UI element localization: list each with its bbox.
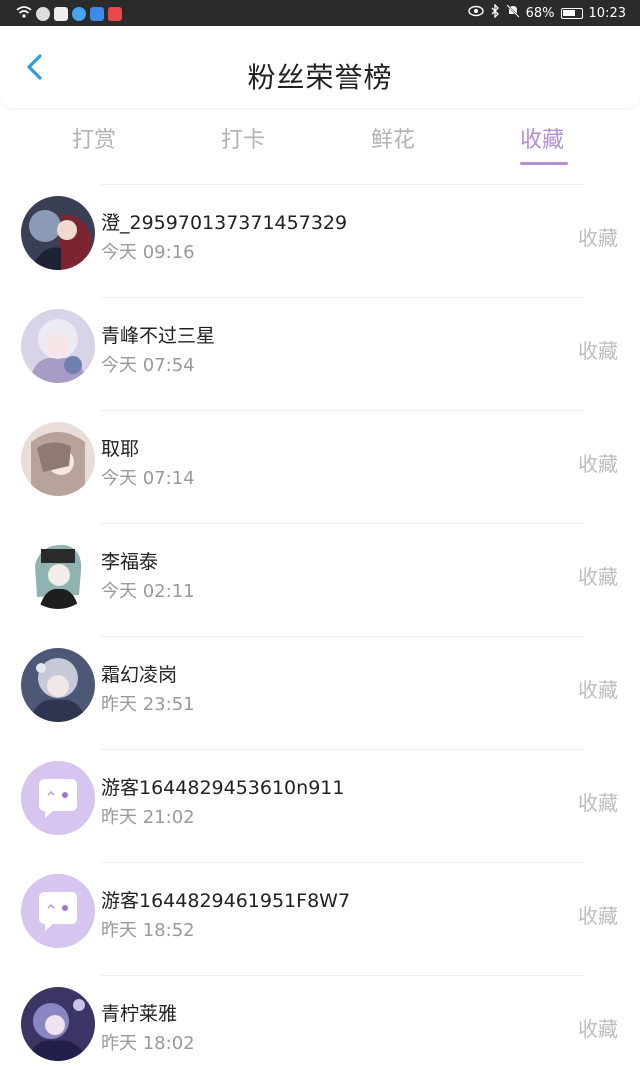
- avatar[interactable]: [21, 761, 95, 835]
- avatar[interactable]: [21, 648, 95, 722]
- fan-time: 昨天 18:02: [101, 1033, 195, 1054]
- fan-time: 今天 07:14: [101, 468, 195, 489]
- fan-time: 昨天 21:02: [101, 807, 195, 828]
- divider: [100, 523, 584, 524]
- avatar[interactable]: [21, 874, 95, 948]
- divider: [100, 749, 584, 750]
- fan-name: 游客1644829461951F8W7: [101, 890, 351, 912]
- app-header: 粉丝荣誉榜: [0, 26, 640, 108]
- tab-reward[interactable]: 打赏: [72, 122, 116, 154]
- avatar[interactable]: [21, 196, 95, 270]
- avatar[interactable]: [21, 987, 95, 1061]
- fan-name: 青柠莱雅: [101, 1003, 178, 1025]
- status-bar: 68% 10:23: [0, 0, 640, 26]
- app-icon: [36, 7, 50, 21]
- tab-flowers[interactable]: 鲜花: [371, 122, 415, 154]
- fan-name: 李福泰: [101, 551, 159, 573]
- favorite-label: 收藏: [578, 791, 618, 815]
- app-icon: [72, 7, 86, 21]
- divider: [100, 184, 584, 185]
- fan-name: 青峰不过三星: [101, 325, 216, 347]
- chat-bubble-icon: [21, 761, 95, 835]
- list-item[interactable]: 青峰不过三星 今天 07:54 收藏: [0, 297, 640, 410]
- status-icons-left: [16, 5, 122, 23]
- clock: 10:23: [588, 5, 626, 21]
- favorite-label: 收藏: [578, 678, 618, 702]
- avatar[interactable]: [21, 422, 95, 496]
- list-item[interactable]: 游客1644829453610n911 昨天 21:02 收藏: [0, 749, 640, 862]
- fan-time: 今天 02:11: [101, 581, 195, 602]
- divider: [100, 297, 584, 298]
- divider: [100, 862, 584, 863]
- fan-name: 澄_295970137371457329: [101, 212, 348, 234]
- list-item[interactable]: 澄_295970137371457329 今天 09:16 收藏: [0, 184, 640, 297]
- list-item[interactable]: 霜幻凌岗 昨天 23:51 收藏: [0, 636, 640, 749]
- fan-name: 霜幻凌岗: [101, 664, 178, 686]
- fan-time: 昨天 23:51: [101, 694, 195, 715]
- divider: [100, 410, 584, 411]
- fan-name: 游客1644829453610n911: [101, 777, 345, 799]
- divider: [100, 636, 584, 637]
- divider: [100, 975, 584, 976]
- tab-checkin[interactable]: 打卡: [221, 122, 265, 154]
- list-item[interactable]: 李福泰 今天 02:11 收藏: [0, 523, 640, 636]
- fan-time: 昨天 18:52: [101, 920, 195, 941]
- app-icon: [90, 7, 104, 21]
- app-icon: [108, 7, 122, 21]
- favorite-label: 收藏: [578, 226, 618, 250]
- mute-bell-icon: [505, 4, 520, 22]
- list-item[interactable]: 青柠莱雅 昨天 18:02 收藏: [0, 975, 640, 1066]
- favorite-label: 收藏: [578, 565, 618, 589]
- fan-time: 今天 07:54: [101, 355, 195, 376]
- favorite-label: 收藏: [578, 1017, 618, 1041]
- favorite-label: 收藏: [578, 339, 618, 363]
- bluetooth-icon: [490, 3, 500, 22]
- status-icons-right: 68% 10:23: [467, 3, 626, 22]
- avatar[interactable]: [21, 535, 95, 609]
- wifi-icon: [16, 5, 32, 23]
- battery-percent: 68%: [525, 5, 555, 21]
- battery-icon: [560, 7, 583, 19]
- favorite-label: 收藏: [578, 904, 618, 928]
- wechat-icon: [54, 7, 68, 21]
- eye-icon: [467, 5, 484, 21]
- page-title: 粉丝荣誉榜: [247, 61, 393, 94]
- tab-favorites[interactable]: 收藏: [520, 122, 564, 154]
- list-item[interactable]: 游客1644829461951F8W7 昨天 18:52 收藏: [0, 862, 640, 975]
- list-item[interactable]: 取耶 今天 07:14 收藏: [0, 410, 640, 523]
- fan-list: 澄_295970137371457329 今天 09:16 收藏 青峰不过三星 …: [0, 184, 640, 1066]
- chat-bubble-icon: [21, 874, 95, 948]
- tab-bar: 打赏 打卡 鲜花 收藏: [0, 116, 640, 166]
- active-tab-indicator: [520, 162, 568, 165]
- favorite-label: 收藏: [578, 452, 618, 476]
- avatar[interactable]: [21, 309, 95, 383]
- fan-time: 今天 09:16: [101, 242, 195, 263]
- fan-name: 取耶: [101, 438, 140, 460]
